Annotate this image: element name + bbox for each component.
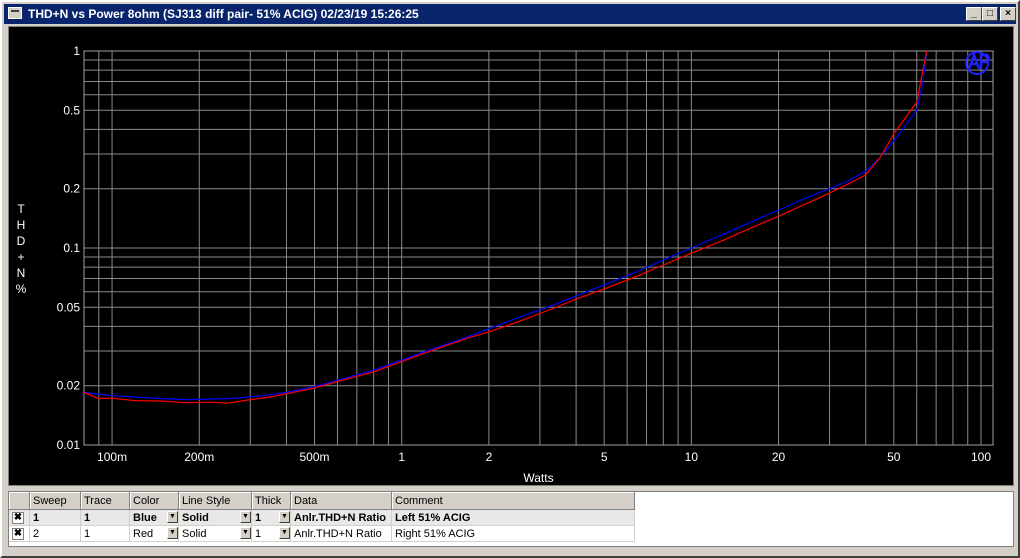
- series-line: [83, 50, 928, 404]
- y-tick-label: 1: [73, 44, 80, 58]
- comment-cell[interactable]: Left 51% ACIG: [391, 509, 635, 526]
- ap-logo-icon: [965, 51, 991, 75]
- legend-row[interactable]: ✖ 2 1 Red ▼ Solid ▼ 1 ▼ Anlr.THD+N Ratio Ri…: [9, 525, 635, 542]
- header-color[interactable]: Color: [129, 492, 179, 510]
- minimize-button[interactable]: _: [966, 7, 982, 21]
- series-line: [83, 50, 928, 401]
- y-axis-label-char: N: [17, 266, 26, 280]
- x-tick-label: 100m: [97, 450, 127, 464]
- y-tick-label: 0.1: [63, 241, 80, 255]
- application-window: THD+N vs Power 8ohm (SJ313 diff pair- 51…: [0, 0, 1020, 558]
- y-tick-label: 0.5: [63, 103, 80, 117]
- y-axis-label-char: H: [17, 218, 26, 232]
- close-button[interactable]: ×: [1000, 7, 1016, 21]
- window-menu-icon[interactable]: [8, 7, 22, 19]
- header-data[interactable]: Data: [290, 492, 392, 510]
- data-cell[interactable]: Anlr.THD+N Ratio: [290, 509, 392, 526]
- y-tick-label: 0.05: [57, 300, 81, 314]
- graph-panel[interactable]: 100m 200m 500m 1 2 5 10 20 50 100 0.01 0.02 0.05 0.1 0…: [8, 26, 1014, 486]
- x-tick-label: 500m: [300, 450, 330, 464]
- data-cell[interactable]: Anlr.THD+N Ratio: [290, 525, 392, 542]
- line-style-dropdown[interactable]: Solid ▼: [178, 525, 252, 542]
- x-tick-label: 100: [971, 450, 991, 464]
- x-tick-label: 20: [772, 450, 786, 464]
- thickness-dropdown[interactable]: 1 ▼: [251, 525, 291, 542]
- y-axis-label-char: D: [17, 234, 26, 248]
- x-axis-label: Watts: [523, 471, 553, 485]
- line-style-dropdown[interactable]: Solid ▼: [178, 509, 252, 526]
- thickness-dropdown[interactable]: 1 ▼: [251, 509, 291, 526]
- legend-header-row: Sweep Trace Color Line Style Thick Data …: [9, 492, 635, 510]
- y-tick-label: 0.2: [63, 182, 80, 196]
- header-comment[interactable]: Comment: [391, 492, 635, 510]
- chevron-down-icon[interactable]: ▼: [167, 511, 178, 523]
- trace-enable-checkbox[interactable]: ✖: [12, 528, 24, 540]
- color-dropdown[interactable]: Red ▼: [129, 525, 179, 542]
- color-dropdown[interactable]: Blue ▼: [129, 509, 179, 526]
- chevron-down-icon[interactable]: ▼: [240, 511, 251, 523]
- header-thick[interactable]: Thick: [251, 492, 291, 510]
- x-tick-label: 10: [685, 450, 699, 464]
- trace-enable-checkbox[interactable]: ✖: [12, 512, 24, 524]
- trace-cell: 1: [80, 525, 130, 542]
- y-tick-label: 0.01: [57, 438, 81, 452]
- chevron-down-icon[interactable]: ▼: [279, 511, 290, 523]
- legend-table[interactable]: Sweep Trace Color Line Style Thick Data …: [8, 491, 1014, 547]
- legend-row[interactable]: ✖ 1 1 Blue ▼ Solid ▼ 1 ▼ Anlr.THD+N Ratio L…: [9, 509, 635, 526]
- sweep-cell: 2: [29, 525, 81, 542]
- header-sweep[interactable]: Sweep: [29, 492, 81, 510]
- maximize-button[interactable]: □: [982, 7, 998, 21]
- x-tick-label: 5: [601, 450, 608, 464]
- chevron-down-icon[interactable]: ▼: [279, 527, 290, 539]
- x-tick-label: 200m: [184, 450, 214, 464]
- thd-chart: 100m 200m 500m 1 2 5 10 20 50 100 0.01 0.02 0.05 0.1 0…: [16, 44, 994, 485]
- x-tick-label: 2: [486, 450, 493, 464]
- chevron-down-icon[interactable]: ▼: [167, 527, 178, 539]
- comment-cell[interactable]: Right 51% ACIG: [391, 525, 635, 542]
- x-tick-label: 1: [398, 450, 405, 464]
- y-axis-label-char: +: [17, 250, 24, 264]
- header-trace[interactable]: Trace: [80, 492, 130, 510]
- trace-cell: 1: [80, 509, 130, 526]
- header-check[interactable]: [9, 492, 30, 510]
- y-axis-label-char: %: [16, 282, 27, 296]
- sweep-cell: 1: [29, 509, 81, 526]
- chevron-down-icon[interactable]: ▼: [240, 527, 251, 539]
- window-title: THD+N vs Power 8ohm (SJ313 diff pair- 51…: [28, 7, 419, 21]
- title-bar[interactable]: THD+N vs Power 8ohm (SJ313 diff pair- 51…: [4, 4, 1016, 24]
- y-tick-label: 0.02: [57, 379, 81, 393]
- y-axis-label-char: T: [17, 202, 25, 216]
- header-line-style[interactable]: Line Style: [178, 492, 252, 510]
- x-tick-label: 50: [887, 450, 901, 464]
